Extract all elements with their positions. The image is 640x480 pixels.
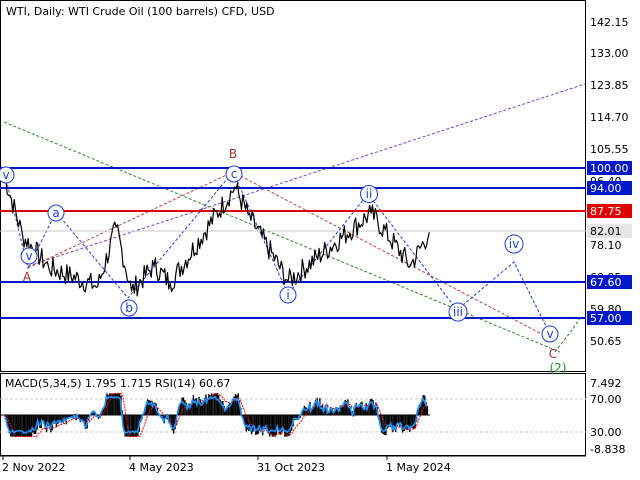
macd-bar [424,395,426,415]
macd-bar [30,415,33,437]
macd-bar [248,415,250,432]
macd-bar [26,415,29,437]
macd-bar [216,393,218,415]
forecast-green-path [554,317,581,353]
header-separator: , [27,5,34,18]
macd-bar [252,415,254,432]
macd-bar [17,415,19,437]
macd-bar [130,415,132,437]
wave-label-C: C [549,347,557,361]
macd-bar [15,415,17,437]
macd-bar [288,415,290,436]
symbol-label: WTI [6,5,27,18]
wave-label-B: B [229,147,237,161]
macd-bar [182,397,185,415]
indicator-tick: -8.838 [590,443,625,456]
macd-bar [256,415,258,435]
wave-label-iv: iv [509,237,519,251]
level-label-87: 87.75 [590,205,622,218]
macd-bar [413,415,415,429]
macd-bar [192,395,195,415]
macd-bar [369,399,372,415]
wave-label-ii: ii [366,187,373,201]
wave-label-A: A [23,270,32,284]
price-tick: 78.10 [590,239,622,252]
macd-bar [296,415,298,419]
indicator-tick: 70.00 [590,393,622,406]
macd-bar [66,415,69,418]
level-label-100: 100.00 [590,162,629,175]
wave-label-c: c [231,167,238,181]
time-axis: 2 Nov 2022 4 May 2023 31 Oct 2023 1 May … [2,456,451,474]
macd-bar [426,405,429,415]
time-label: 4 May 2023 [129,461,194,474]
level-label-94: 94.00 [590,182,622,195]
macd-bar [371,398,373,415]
macd-bar [33,415,35,435]
price-tick: 105.55 [590,143,629,156]
macd-bar [21,415,23,437]
price-tick: 142.15 [590,16,629,29]
price-tick: 50.65 [590,335,622,348]
price-tick: 123.85 [590,79,629,92]
macd-bar [271,415,273,437]
macd-bar [218,395,220,415]
price-tick: 133.00 [590,47,629,60]
macd-bar [57,415,59,425]
time-label: 31 Oct 2023 [257,461,325,474]
wave-label-a: a [52,206,59,220]
instrument-label: WTI Crude Oil (100 barrels) CFD, USD [68,5,274,18]
price-tick: 114.70 [590,111,629,124]
wave-label-v-start: v [2,168,9,182]
wave-label-v-low: v [25,249,32,263]
indicator-caption: MACD(5,34,5) 1.795 1.715 RSI(14) 60.67 [5,377,230,390]
indicator-axis: 7.492 70.00 30.00 -8.838 [590,377,625,456]
macd-bar [274,415,276,437]
wave-label-v-end: v [546,327,553,341]
current-price-label: 82.01 [590,225,622,238]
wave-blue-path [4,171,551,335]
macd-bar [92,412,94,415]
macd-bar [29,415,31,437]
macd-bar [131,415,133,437]
macd-bar [273,415,275,437]
wave-label-iii: iii [453,305,463,319]
main-chart-frame [0,0,586,372]
wave-label-b: b [125,301,133,315]
indicator-tick: 30.00 [590,426,622,439]
macd-bar [255,415,257,435]
wave-labels: v a v b c i ii iii iv v A B C (2) [0,147,567,375]
chart-title: WTI, Daily: WTI Crude Oil (100 barrels) … [6,5,275,18]
level-label-57: 57.00 [590,312,622,325]
macd-bar [406,415,408,431]
macd-bar [286,415,289,437]
time-label: 1 May 2024 [386,461,451,474]
indicator-tick: 7.492 [590,377,622,390]
macd-bar [199,399,202,415]
price-chart[interactable]: WTI, Daily: WTI Crude Oil (100 barrels) … [0,0,640,480]
purple-trend-line [27,83,586,267]
macd-bar [234,394,237,415]
macd-bar [135,415,138,437]
macd-bar [18,415,20,437]
wave-label-2: (2) [550,361,567,375]
level-label-67: 67.60 [590,276,622,289]
wave-label-i: i [286,288,289,302]
macd-bar [19,415,22,437]
macd-bar [148,400,150,415]
macd-bar [28,415,30,437]
macd-bar [11,415,13,437]
timeframe-label: Daily: [34,5,65,18]
time-label: 2 Nov 2022 [2,461,65,474]
